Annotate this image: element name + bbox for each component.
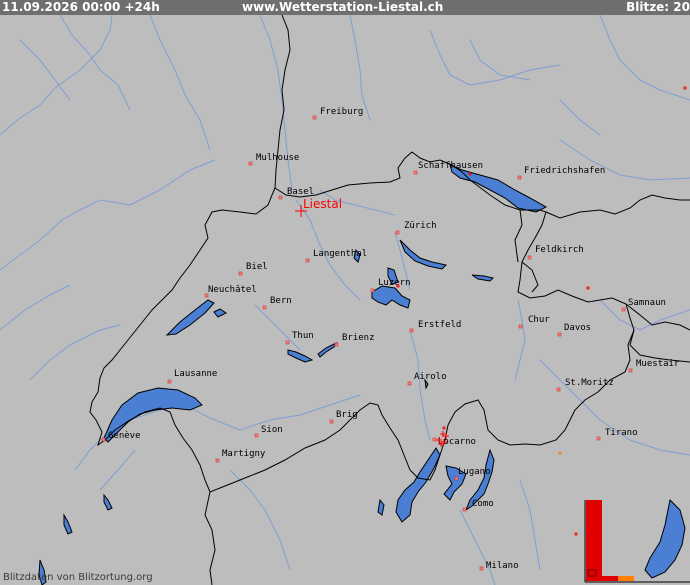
city-label: Chur [528,315,550,325]
city-label: Lugano [458,467,491,477]
city-label: Brienz [342,333,375,343]
city-label: Basel [287,187,314,197]
city-label: Airolo [414,372,447,382]
city-label: Luzern [378,278,411,288]
lightning-map: Freiburg Mulhouse Basel Schaffhausen Fri… [0,15,690,585]
timestamp-label: 11.09.2026 00:00 +24h [2,0,160,14]
city-label: Martigny [222,449,266,459]
city-label: Sion [261,425,283,435]
city-label: Freiburg [320,107,363,117]
strike-count: Blitze: 20 [626,0,690,14]
station-label: Liestal [303,197,342,211]
data-credit: Blitzdaten von Blitzortung.org [3,572,153,583]
city-label: Erstfeld [418,320,461,330]
city-label: Langenthal [313,249,367,259]
city-label: Schaffhausen [418,161,483,171]
city-label: Lausanne [174,369,217,379]
map-header: 11.09.2026 00:00 +24h www.Wetterstation-… [0,0,690,15]
histogram-bar-old [618,576,634,581]
city-label: Bern [270,296,292,306]
city-label: Como [472,499,494,509]
city-label: Thun [292,331,314,341]
city-label: Tirano [605,428,638,438]
histogram-bar-mid [602,576,618,581]
city-label: Brig [336,410,358,420]
city-label: Feldkirch [535,245,584,255]
city-label: Neuchâtel [208,285,257,295]
city-label: Milano [486,561,519,571]
city-label: Friedrichshafen [524,166,605,176]
city-label: St.Moritz [565,378,614,388]
city-label: Genève [108,430,141,441]
histogram-bar-recent [586,500,602,581]
city-label: Mulhouse [256,153,299,163]
city-label: Davos [564,323,591,333]
city-label: Biel [246,262,268,272]
city-label: Muestair [636,359,680,369]
city-label: Samnaun [628,298,666,308]
city-label: Zürich [404,221,437,231]
site-url: www.Wetterstation-Liestal.ch [242,0,444,14]
